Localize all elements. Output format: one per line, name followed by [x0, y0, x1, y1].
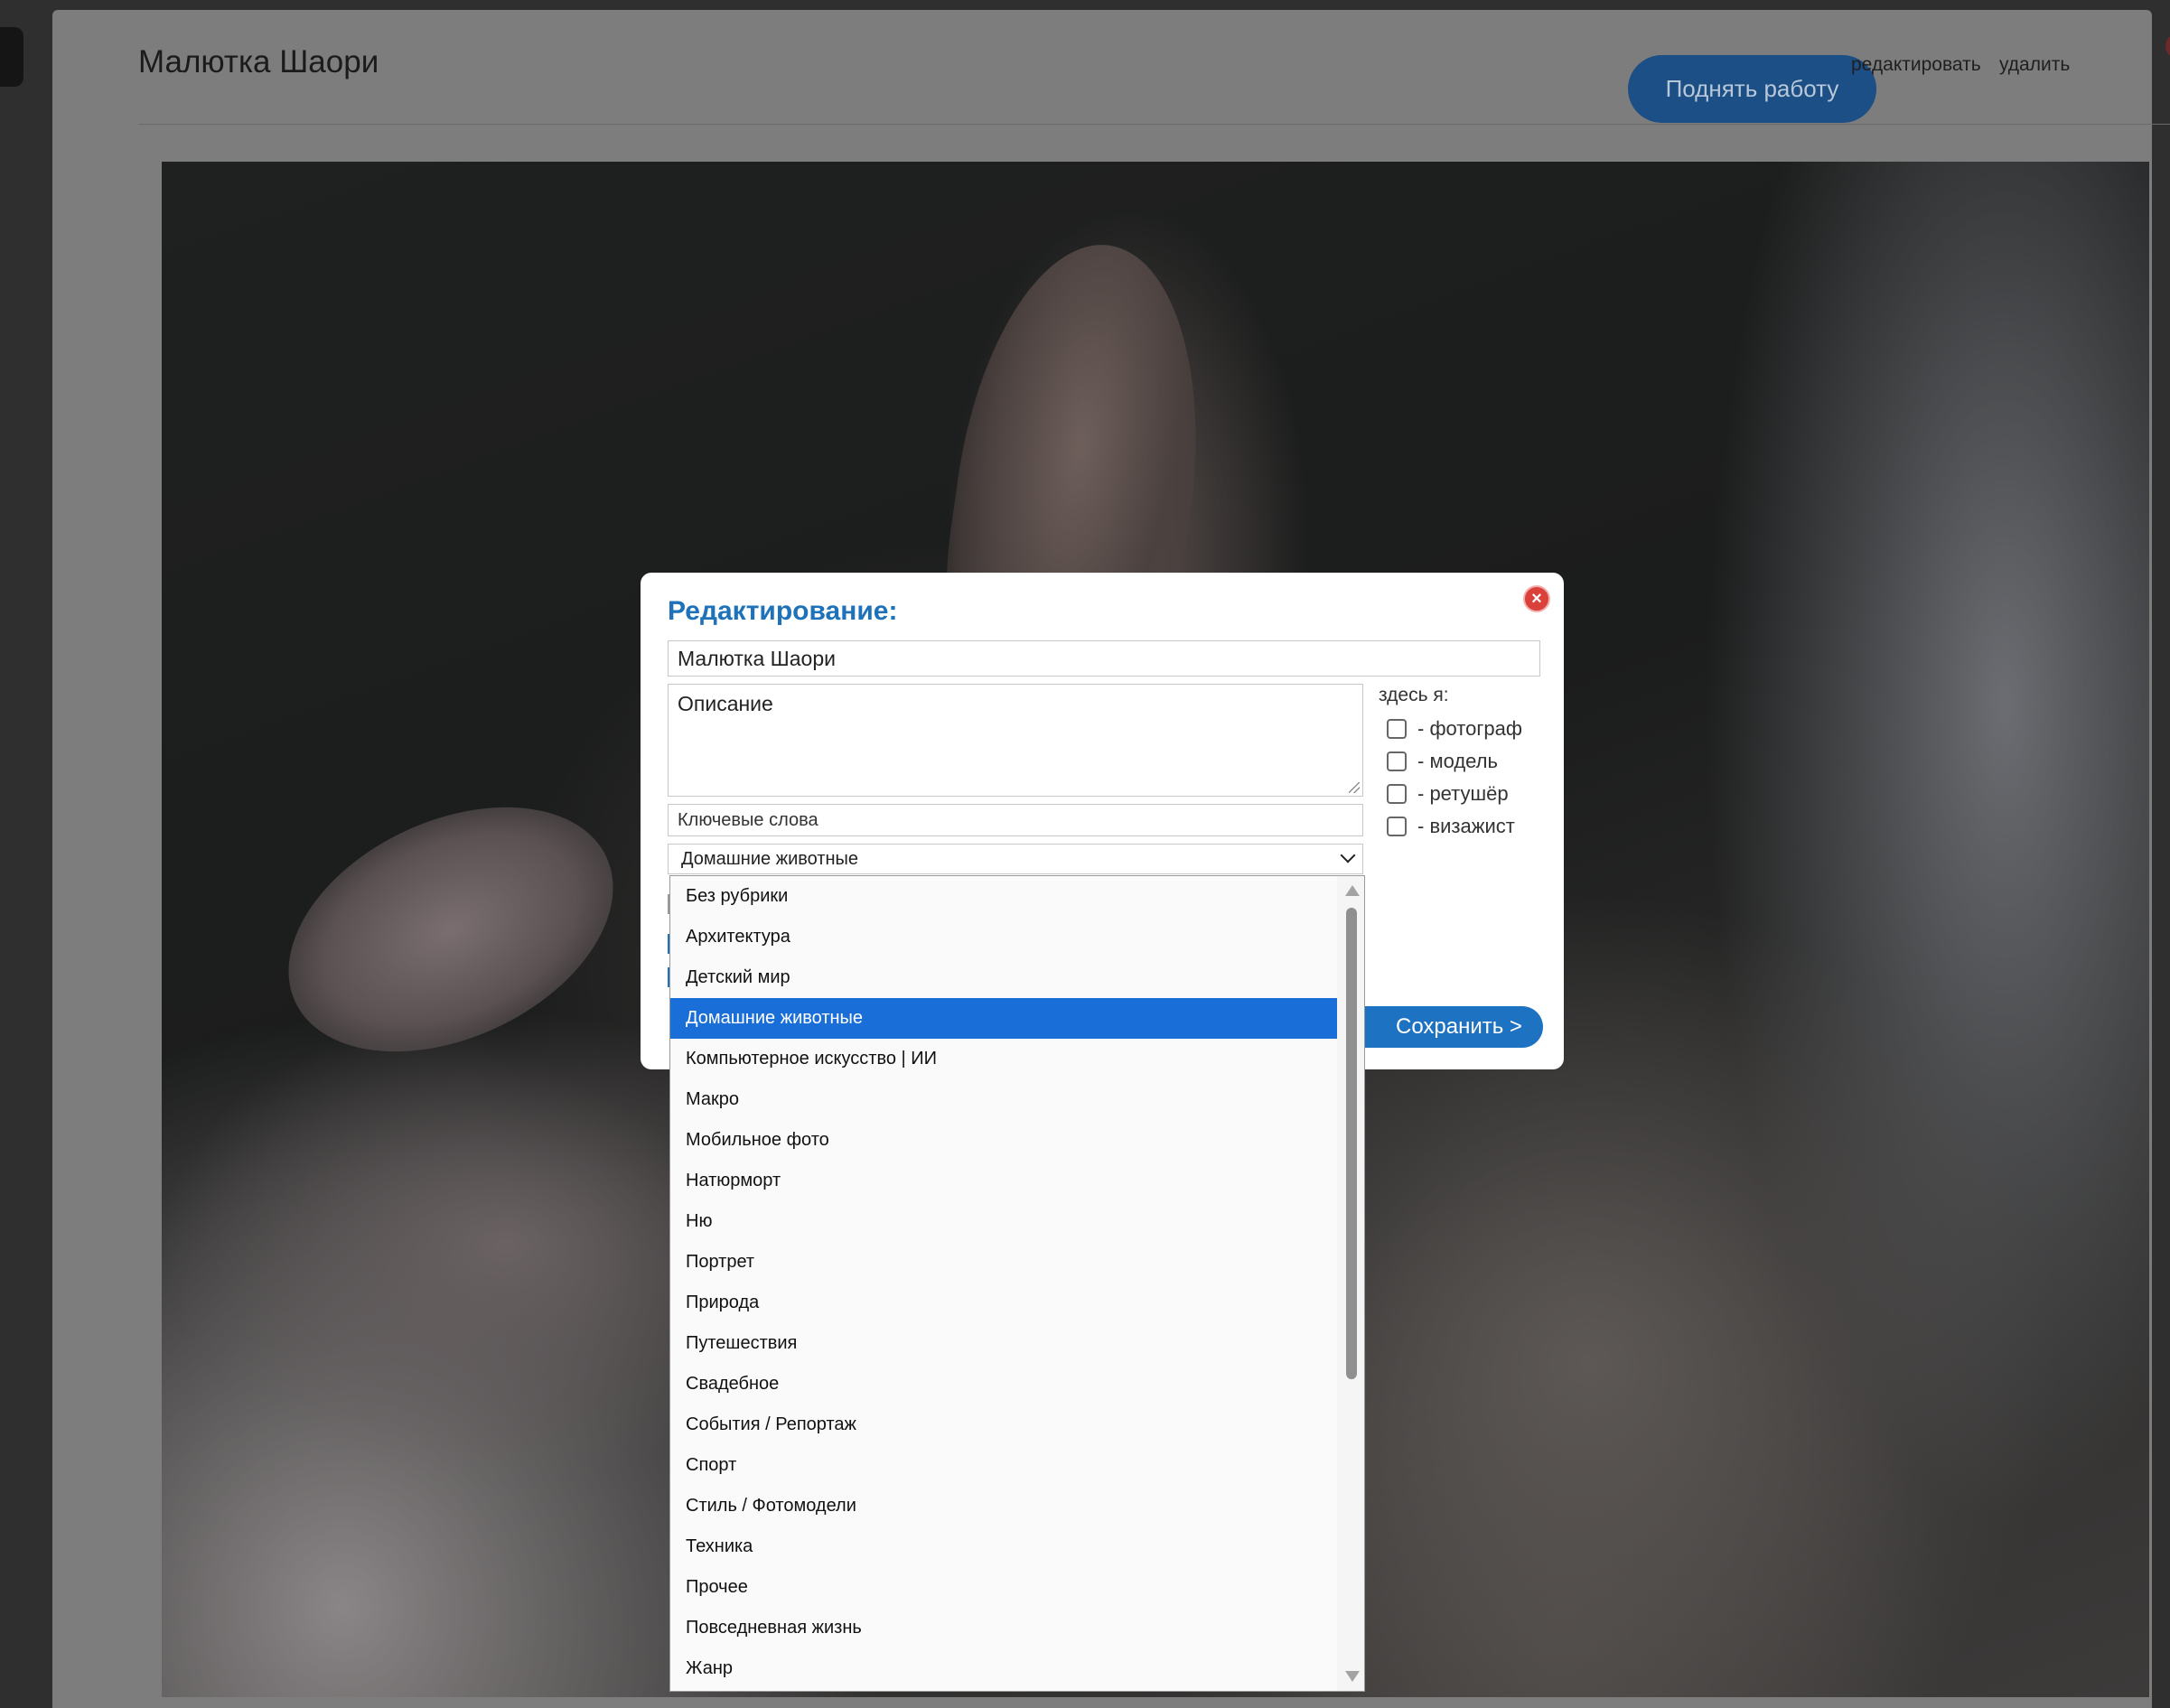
save-button[interactable]: Сохранить >	[1345, 1006, 1543, 1048]
photographer-checkbox[interactable]	[1387, 719, 1407, 739]
category-option[interactable]: Природа	[670, 1283, 1337, 1323]
model-checkbox[interactable]	[1387, 751, 1407, 771]
scroll-thumb[interactable]	[1346, 908, 1357, 1379]
makeup-artist-checkbox[interactable]	[1387, 817, 1407, 836]
category-option[interactable]: Жанр	[670, 1648, 1337, 1689]
category-option[interactable]: Архитектура	[670, 917, 1337, 957]
raise-work-button[interactable]: Поднять работу	[1628, 55, 1876, 123]
delete-link[interactable]: удалить	[1999, 54, 2070, 76]
role-label: - модель	[1417, 750, 1498, 772]
side-tab	[0, 27, 23, 87]
category-option[interactable]: Путешествия	[670, 1323, 1337, 1364]
description-textarea[interactable]: Описание	[668, 684, 1363, 797]
category-selected-value: Домашние животные	[681, 849, 859, 869]
scroll-up-icon[interactable]	[1345, 885, 1360, 896]
role-makeup-artist[interactable]: - визажист	[1387, 815, 1515, 838]
category-option[interactable]: Мобильное фото	[670, 1120, 1337, 1161]
roles-heading: здесь я:	[1379, 685, 1449, 705]
resize-grip-icon[interactable]	[1349, 782, 1360, 793]
category-option[interactable]: События / Репортаж	[670, 1405, 1337, 1445]
category-option[interactable]: Компьютерное искусство | ИИ	[670, 1039, 1337, 1079]
page-title: Малютка Шаори	[138, 44, 379, 79]
modal-heading: Редактирование:	[668, 596, 898, 626]
category-option[interactable]: Спорт	[670, 1445, 1337, 1486]
category-option[interactable]: Свадебное	[670, 1364, 1337, 1405]
category-select[interactable]: Домашние животные	[668, 844, 1363, 874]
role-label: - визажист	[1417, 815, 1515, 837]
description-placeholder: Описание	[678, 692, 773, 715]
category-option[interactable]: Прочее	[670, 1567, 1337, 1608]
title-input[interactable]: Малютка Шаори	[668, 640, 1540, 677]
edit-link[interactable]: редактировать	[1851, 54, 1981, 76]
close-modal-icon[interactable]: ×	[1523, 585, 1550, 612]
keywords-input[interactable]: Ключевые слова	[668, 804, 1363, 836]
dropdown-scrollbar[interactable]	[1337, 876, 1364, 1691]
role-model[interactable]: - модель	[1387, 750, 1498, 773]
category-option[interactable]: Домашние животные	[670, 998, 1337, 1039]
role-label: - ретушёр	[1417, 782, 1509, 805]
retoucher-checkbox[interactable]	[1387, 784, 1407, 804]
chevron-down-icon	[1340, 847, 1356, 863]
category-option[interactable]: Стиль / Фотомодели	[670, 1486, 1337, 1526]
category-option[interactable]: Техника	[670, 1526, 1337, 1567]
category-option[interactable]: Портрет	[670, 1242, 1337, 1283]
category-option[interactable]: Детский мир	[670, 957, 1337, 998]
category-option[interactable]: Макро	[670, 1079, 1337, 1120]
scroll-down-icon[interactable]	[1345, 1671, 1360, 1682]
category-option[interactable]: Без рубрики	[670, 876, 1337, 917]
category-dropdown-list[interactable]: Без рубрики Архитектура Детский мир Домашни…	[669, 875, 1365, 1692]
role-retoucher[interactable]: - ретушёр	[1387, 782, 1509, 806]
photo-detail	[249, 758, 652, 1101]
divider	[138, 124, 2170, 125]
category-option[interactable]: Ню	[670, 1201, 1337, 1242]
role-label: - фотограф	[1417, 717, 1522, 740]
role-photographer[interactable]: - фотограф	[1387, 717, 1522, 741]
category-option[interactable]: Повседневная жизнь	[670, 1608, 1337, 1648]
category-option[interactable]: Натюрморт	[670, 1161, 1337, 1201]
close-lightbox-icon[interactable]: ×	[2165, 33, 2170, 59]
